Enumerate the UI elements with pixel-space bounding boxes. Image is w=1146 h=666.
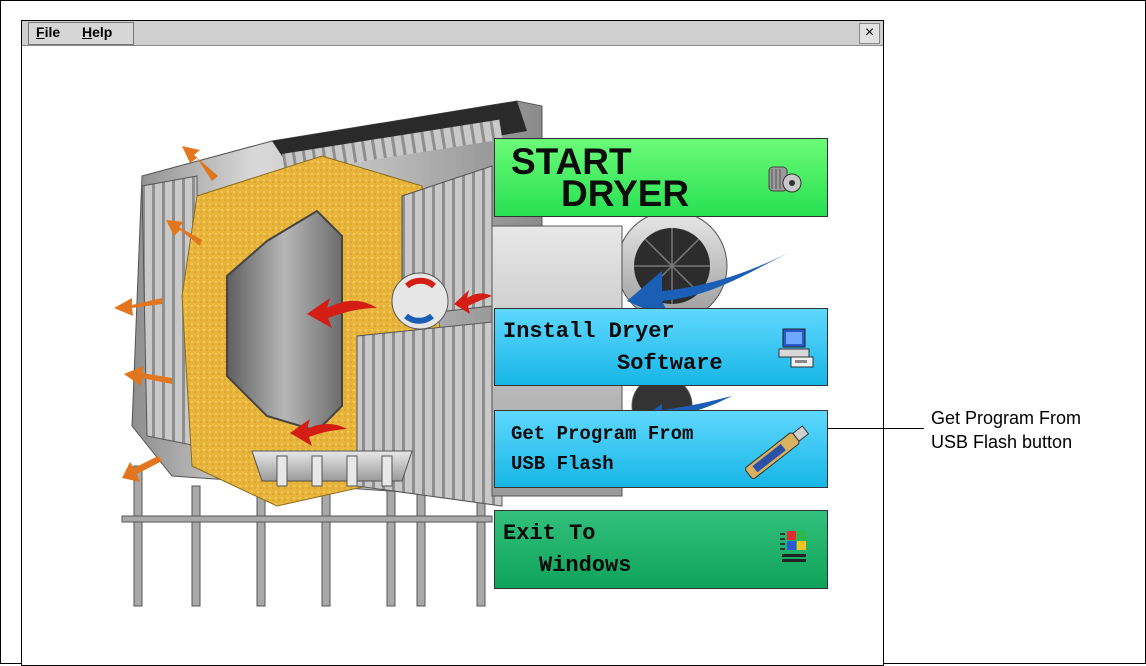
start-dryer-button[interactable]: START DRYER	[494, 138, 828, 217]
exit-to-windows-button[interactable]: Exit To Windows	[494, 510, 828, 589]
windows-logo-icon	[780, 531, 806, 562]
usb-line1: Get Program From	[511, 423, 694, 445]
usb-line2: USB Flash	[511, 453, 614, 475]
menu-help[interactable]: Help	[78, 23, 116, 42]
exit-line1: Exit To	[503, 521, 596, 546]
close-icon: ×	[864, 24, 875, 41]
callout-label: Get Program From USB Flash button	[931, 408, 1082, 452]
usb-flash-drive-icon	[745, 425, 810, 479]
menu-bar: File Help ×	[22, 21, 883, 46]
callout-leader-line	[828, 428, 924, 429]
start-dryer-line2: DRYER	[561, 173, 690, 214]
get-program-from-usb-flash-button[interactable]: Get Program From USB Flash	[494, 410, 828, 488]
menu-file[interactable]: File	[32, 23, 64, 42]
install-line1: Install Dryer	[503, 319, 675, 344]
install-line2: Software	[617, 351, 723, 376]
main-canvas: START DRYER Install Dryer Software Get P…	[22, 46, 883, 665]
install-dryer-software-button[interactable]: Install Dryer Software	[494, 308, 828, 386]
exit-line2: Windows	[539, 553, 632, 578]
gear-dryer-icon	[768, 166, 802, 193]
close-button[interactable]: ×	[859, 23, 880, 44]
app-window: File Help × START DRYER Install Dryer So…	[21, 20, 884, 666]
computer-install-icon	[778, 328, 814, 368]
